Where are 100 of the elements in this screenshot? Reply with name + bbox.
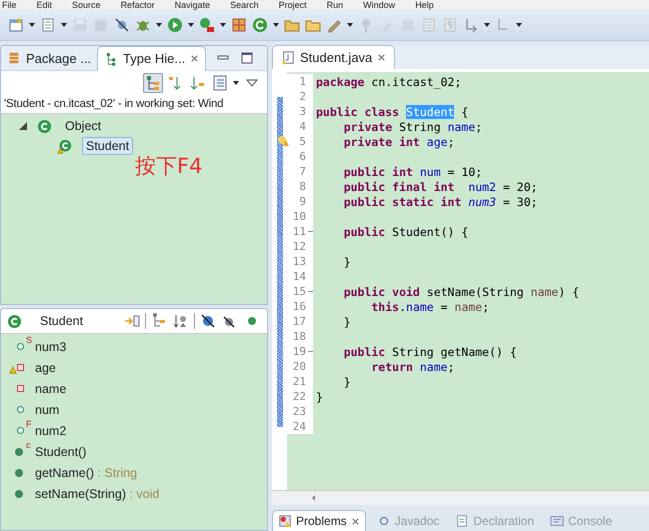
- caret-icon[interactable]: [61, 23, 67, 27]
- line-number: 1: [299, 75, 306, 88]
- document-icon: [455, 514, 470, 528]
- caret-icon[interactable]: [156, 23, 162, 27]
- code-line: }: [315, 390, 323, 404]
- menu-item[interactable]: File: [2, 0, 17, 10]
- tree-item[interactable]: Object: [62, 118, 104, 134]
- line-number: 19: [292, 345, 306, 358]
- code-line: public String getName() {: [342, 344, 517, 358]
- caret-icon[interactable]: [347, 23, 353, 27]
- caret-icon[interactable]: [516, 23, 522, 27]
- hierarchy-icon: [104, 52, 118, 66]
- expanded-arrow-icon[interactable]: [19, 122, 27, 130]
- code-line: public Student() {: [342, 224, 468, 238]
- member-item[interactable]: num2: [35, 424, 66, 438]
- line-number: 9: [299, 195, 306, 208]
- line-number: 17: [292, 315, 306, 328]
- caret-icon[interactable]: [220, 23, 226, 27]
- new-file-icon[interactable]: [40, 17, 56, 33]
- hide-fields-icon[interactable]: [199, 312, 217, 330]
- line-number: 7: [299, 165, 306, 178]
- new-window-icon[interactable]: [8, 17, 24, 33]
- modifier-label: S: [26, 334, 32, 344]
- code-line: public void setName(String name) {: [342, 284, 580, 298]
- editor-tab[interactable]: Student.java: [272, 45, 396, 69]
- close-icon[interactable]: [350, 516, 360, 526]
- problems-icon: [278, 514, 292, 528]
- run-external-icon[interactable]: [199, 17, 215, 33]
- view-tab[interactable]: Type Hie...: [97, 46, 206, 70]
- subtype-hierarchy-icon[interactable]: [189, 74, 207, 92]
- member-item[interactable]: num3: [35, 340, 66, 354]
- menu-item[interactable]: Search: [230, 0, 259, 10]
- horizontal-scrollbar[interactable]: [272, 490, 649, 505]
- tree-item[interactable]: Student: [82, 137, 134, 155]
- line-number: 12: [292, 240, 306, 253]
- caret-icon[interactable]: [484, 23, 490, 27]
- annotation-text: 按下F4: [135, 153, 202, 180]
- code-line: public int num = 10;: [342, 164, 482, 178]
- code-line: private String name;: [342, 120, 482, 134]
- caret-icon[interactable]: [188, 23, 194, 27]
- line-number: 3: [299, 105, 306, 118]
- member-item[interactable]: getName() : String: [35, 466, 138, 480]
- close-icon[interactable]: [190, 54, 200, 63]
- console-icon: [550, 514, 564, 528]
- menu-item[interactable]: Window: [363, 0, 396, 10]
- code-line: package cn.itcast_02;: [315, 74, 462, 88]
- class-icon: [7, 314, 22, 328]
- code-line: this.name = name;: [370, 300, 490, 314]
- line-number: 13: [292, 255, 306, 268]
- menu-item[interactable]: Edit: [36, 0, 52, 10]
- line-number: 21: [292, 375, 306, 388]
- member-item[interactable]: num: [35, 402, 60, 416]
- menu-item[interactable]: Refactor: [120, 0, 155, 10]
- code-line: return name;: [370, 360, 454, 374]
- code-line: }: [342, 374, 351, 388]
- close-icon[interactable]: [377, 53, 386, 62]
- code-line: public static int num3 = 30;: [342, 194, 538, 208]
- line-number: 4: [299, 120, 306, 133]
- menu-item[interactable]: Run: [326, 0, 344, 10]
- line-number: 6: [299, 150, 306, 163]
- line-number: 20: [292, 360, 306, 373]
- caret-icon[interactable]: [233, 81, 239, 85]
- view-tab[interactable]: Package ...: [1, 46, 98, 70]
- code-line: public class Student {: [315, 104, 468, 118]
- run-icon[interactable]: [167, 17, 183, 33]
- maximize-icon[interactable]: [240, 51, 254, 65]
- view-tab[interactable]: Problems: [272, 510, 366, 531]
- warning-icon: [9, 366, 17, 374]
- line-number: 23: [292, 405, 306, 418]
- line-number: 8: [299, 180, 306, 193]
- line-number: 10: [292, 210, 306, 223]
- menu-item[interactable]: Navigate: [174, 0, 210, 10]
- member-item[interactable]: setName(String) : void: [35, 486, 160, 500]
- class-icon: [37, 118, 52, 134]
- code-line: private int age;: [342, 134, 454, 148]
- menu-item[interactable]: Help: [415, 0, 434, 10]
- modifier-label: F: [26, 418, 32, 428]
- members-title: Student: [40, 314, 84, 328]
- grid-icon[interactable]: [231, 17, 247, 33]
- class-warning-icon: [57, 138, 72, 154]
- caret-icon[interactable]: [273, 23, 279, 27]
- skip-breakpoints-icon[interactable]: [114, 17, 130, 33]
- code-line: }: [342, 314, 351, 328]
- line-number: 15: [292, 285, 306, 298]
- menu-item[interactable]: Source: [72, 0, 101, 10]
- menu-item[interactable]: Project: [278, 0, 307, 10]
- caret-icon[interactable]: [29, 23, 35, 27]
- line-number: 5: [299, 135, 306, 148]
- java-file-icon: [281, 50, 295, 64]
- code-line: public final int num2 = 20;: [342, 180, 538, 194]
- package-icon: [7, 51, 21, 65]
- member-item[interactable]: age: [35, 360, 56, 374]
- line-number: 11: [292, 225, 306, 238]
- type-hierarchy-icon[interactable]: [143, 73, 163, 93]
- member-item[interactable]: name: [35, 382, 66, 396]
- member-item[interactable]: Student(): [35, 444, 86, 458]
- code-line: }: [342, 254, 351, 268]
- history-list-icon[interactable]: [211, 74, 229, 92]
- line-number: 24: [292, 420, 306, 433]
- line-number: 22: [292, 390, 306, 403]
